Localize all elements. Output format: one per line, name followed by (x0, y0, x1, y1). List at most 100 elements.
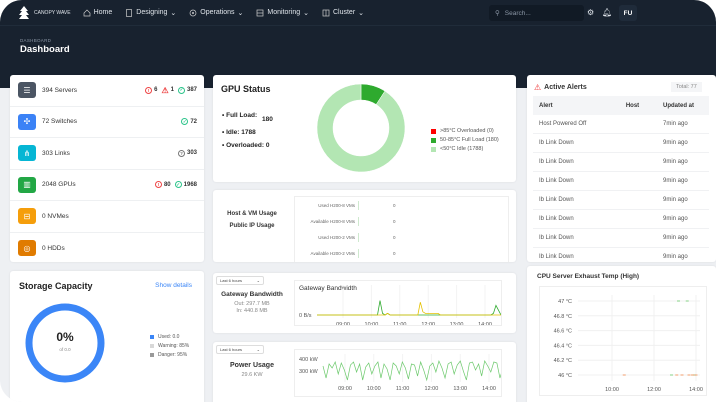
gpu-icon: ▥ (18, 176, 36, 193)
y-tick-label: 0 B/s (299, 313, 312, 319)
legend-item[interactable]: 50-85°C Full Load (180) (431, 137, 513, 143)
unknown-icon: ? (177, 149, 185, 157)
nav-cluster[interactable]: Cluster ⌄ (322, 9, 364, 17)
chevron-down-icon: ⌄ (237, 9, 244, 17)
table-row[interactable]: Ib Link Down 9min ago (533, 190, 709, 210)
x-tick-label: 14:00 (689, 387, 703, 393)
gear-icon (189, 9, 197, 16)
inventory-label: 0 HDDs (42, 244, 65, 252)
inventory-row[interactable]: ⋔ 303 Links? 303 (10, 138, 204, 170)
x-tick-label: 10:00 (365, 322, 379, 326)
legend-label: Danger: 95% (158, 352, 188, 358)
bell-icon[interactable]: 🔔︎ (602, 8, 612, 17)
alerts-total: Total: 77 (671, 82, 702, 92)
idle-label: Idle: (226, 128, 240, 136)
alerts-title: Active Alerts (544, 84, 587, 91)
inventory-row[interactable]: ◎ 0 HDDs (10, 233, 204, 265)
gpu-legend: >85°C Overloaded (0) 50-85°C Full Load (1… (431, 128, 513, 155)
donut-slice[interactable] (317, 84, 405, 172)
alert-name: Host Powered Off (533, 115, 620, 135)
column-header[interactable]: Updated at (657, 96, 709, 115)
legend-label: Used: 0.0 (158, 334, 180, 340)
legend-item[interactable]: <50°C Idle (1788) (431, 146, 513, 152)
inventory-row[interactable]: ⊟ 0 NVMes (10, 201, 204, 233)
avatar[interactable]: FU (619, 5, 637, 21)
storage-card: Storage Capacity Show details 0% of 0.0 … (10, 271, 204, 402)
usage-row: Used H200-2 VMs 0 (295, 229, 508, 245)
host-vm-usage-label[interactable]: Host & VM Usage (221, 208, 283, 220)
nav-designing[interactable]: Designing ⌄ (125, 8, 177, 17)
inventory-row[interactable]: ☰ 394 Servers! 6 ⚠ 1 ✓ 387 (10, 75, 204, 107)
alert-name: Ib Link Down (533, 190, 620, 210)
x-tick-label: 13:00 (450, 322, 464, 326)
y-tick-label: 46 °C (558, 373, 572, 379)
breadcrumb: DASHBOARD (20, 38, 52, 43)
inventory-label: 72 Switches (42, 118, 78, 126)
settings-icon[interactable]: ⚙ (587, 8, 594, 17)
status-badge-ok: ✓ 1968 (174, 181, 197, 189)
usage-row: Available H200-8 VMs 0 (295, 213, 508, 229)
legend-item[interactable]: >85°C Overloaded (0) (431, 128, 513, 134)
overloaded-label: Overloaded: (226, 142, 265, 149)
logo[interactable]: CANOPY WAVE (18, 5, 71, 20)
y-tick-label: 46.2 °C (554, 358, 572, 364)
x-tick-label: 14:00 (482, 386, 496, 392)
x-tick-label: 13:00 (453, 386, 467, 392)
legend-swatch (150, 335, 154, 339)
usage-label: Used H200-8 VMs (295, 200, 359, 210)
error-icon: ! (154, 181, 162, 189)
gateway-card: Last 6 hours ⌄ Gateway Bandwidth Out: 297… (213, 273, 516, 333)
alert-name: Ib Link Down (533, 247, 620, 262)
status-badge-error: ! 80 (154, 181, 171, 189)
show-details-link[interactable]: Show details (155, 282, 192, 289)
table-row[interactable]: Ib Link Down 9min ago (533, 247, 709, 262)
storage-title: Storage Capacity (19, 281, 93, 291)
x-tick-label: 12:00 (647, 387, 661, 393)
nav-monitoring[interactable]: Monitoring ⌄ (256, 9, 309, 17)
public-ip-usage-label[interactable]: Public IP Usage (221, 220, 283, 232)
alert-host (619, 247, 657, 262)
nav-label: Designing (136, 9, 168, 16)
gateway-chart: Gateway Bandwidth 0 B/s 09:00 10:00 11:00 12:… (294, 280, 502, 326)
ok-icon: ✓ (174, 181, 182, 189)
table-row[interactable]: Host Powered Off 7min ago (533, 115, 709, 135)
x-tick-label: 12:00 (421, 322, 435, 326)
search-input[interactable]: ⚲ Search... (489, 5, 584, 21)
gpu-stats: • Full Load: 180 • Idle: 1788 • Overload… (222, 112, 273, 149)
table-row[interactable]: Ib Link Down 9min ago (533, 152, 709, 173)
chevron-down-icon: ⌄ (256, 278, 260, 283)
inventory-row[interactable]: ▥ 2048 GPUs! 80 ✓ 1968 (10, 170, 204, 201)
table-row[interactable]: Ib Link Down 9min ago (533, 171, 709, 192)
alert-host (619, 171, 657, 192)
alert-name: Ib Link Down (533, 228, 620, 248)
inventory-row[interactable]: ✣ 72 Switches ✓ 72 (10, 107, 204, 138)
nav-operations[interactable]: Operations ⌄ (189, 9, 243, 17)
legend-label: 50-85°C Full Load (180) (440, 137, 499, 143)
server-icon: ☰ (18, 82, 36, 99)
y-tick-label: 46.4 °C (554, 343, 572, 349)
time-range-select[interactable]: Last 6 hours ⌄ (216, 345, 264, 354)
storage-percent: 0% (56, 330, 74, 344)
legend-swatch (150, 353, 154, 357)
column-header[interactable]: Host (619, 96, 657, 115)
x-tick-label: 11:00 (396, 386, 409, 392)
table-row[interactable]: Ib Link Down 9min ago (533, 133, 709, 154)
table-row[interactable]: Ib Link Down 9min ago (533, 228, 709, 248)
x-tick-label: 10:00 (605, 387, 619, 393)
status-badges: ? 303 (177, 149, 197, 157)
inventory-label: 303 Links (42, 149, 70, 157)
search-icon: ⚲ (495, 10, 500, 17)
alert-time: 9min ago (657, 152, 709, 173)
warning-icon: ⚠ (534, 83, 542, 92)
badge-count: 303 (186, 150, 197, 157)
table-row[interactable]: Ib Link Down 9min ago (533, 209, 709, 229)
cluster-icon (322, 9, 330, 16)
column-header[interactable]: Alert (533, 96, 620, 115)
power-value: 29.6 KW (241, 372, 263, 378)
legend-swatch (431, 138, 436, 143)
time-range-select[interactable]: Last 6 hours ⌄ (216, 276, 264, 285)
overloaded-value: 0 (265, 142, 270, 149)
chevron-down-icon: ⌄ (170, 9, 177, 17)
legend-swatch (150, 344, 154, 348)
nav-home[interactable]: Home (83, 9, 112, 17)
